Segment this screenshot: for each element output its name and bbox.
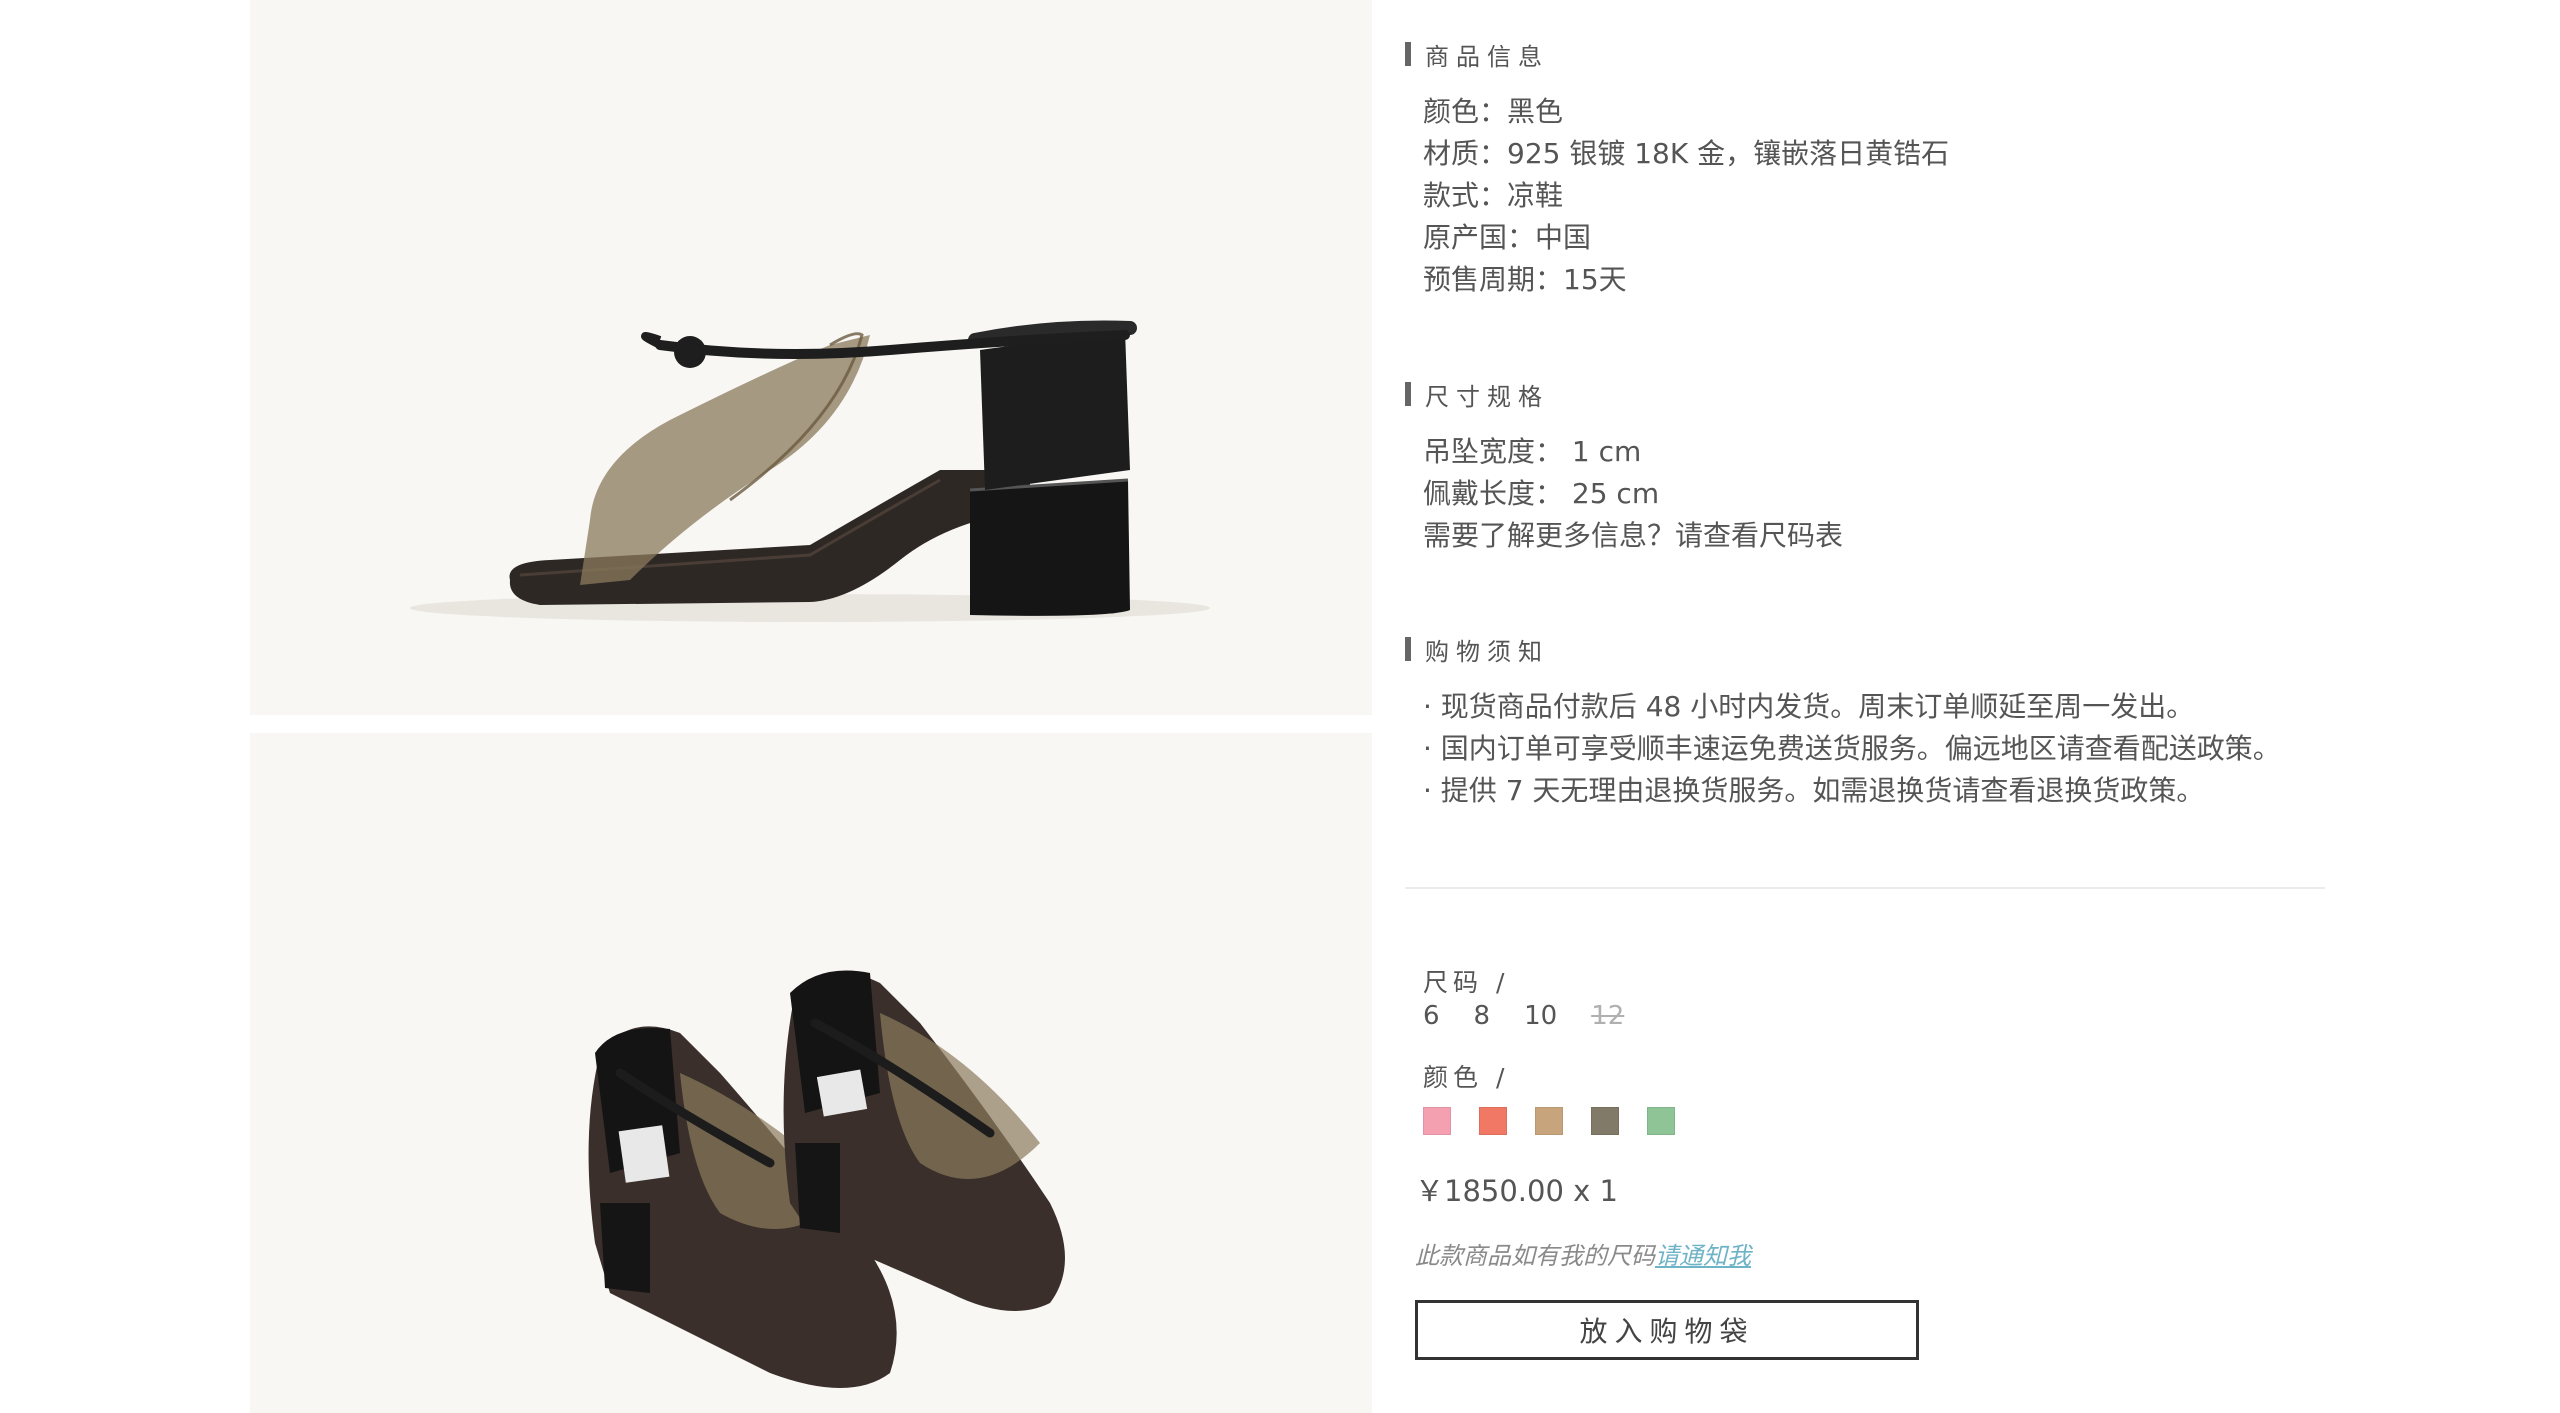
shopping-notes-title: 购物须知 — [1425, 637, 1549, 666]
price-quantity: ￥1850.00 x 1 — [1415, 1174, 1618, 1208]
shopping-notes-list: · 现货商品付款后 48 小时内发货。周末订单顺延至周一发出。 · 国内订单可享… — [1423, 686, 2281, 812]
return-note-line: · 提供 7 天无理由退换货服务。如需退换货请查看退换货政策。 — [1423, 774, 2205, 807]
color-swatch-tan[interactable] — [1535, 1107, 1563, 1135]
heading-bar — [1405, 42, 1411, 66]
size-spec-title: 尺寸规格 — [1425, 382, 1549, 411]
wear-length-line: 佩戴长度： 25 cm — [1423, 477, 1660, 510]
shopping-notes-heading: 购物须知 — [1405, 637, 1549, 666]
pendant-width-line: 吊坠宽度： 1 cm — [1423, 435, 1642, 468]
product-material-line: 材质：925 银镀 18K 金，镶嵌落日黄锆石 — [1423, 137, 1950, 170]
size-spec-heading: 尺寸规格 — [1405, 382, 1549, 411]
color-swatch-coral[interactable] — [1479, 1107, 1507, 1135]
color-swatch-olive[interactable] — [1591, 1107, 1619, 1135]
sandal-pair-illustration — [588, 970, 1065, 1388]
product-info-title: 商品信息 — [1425, 42, 1549, 71]
product-origin-line: 原产国：中国 — [1423, 221, 1592, 254]
restock-notice-text: 此款商品如有我的尺码 — [1415, 1242, 1655, 1270]
section-divider — [1405, 887, 2325, 889]
product-info-list: 颜色：黑色 材质：925 银镀 18K 金，镶嵌落日黄锆石 款式：凉鞋 原产国：… — [1423, 91, 1949, 301]
color-selector — [1423, 1107, 1703, 1135]
product-color-line: 颜色：黑色 — [1423, 95, 1564, 128]
add-to-bag-button[interactable]: 放入购物袋 — [1415, 1300, 1919, 1360]
color-swatch-pink[interactable] — [1423, 1107, 1451, 1135]
heading-bar — [1405, 637, 1411, 661]
product-info-heading: 商品信息 — [1405, 42, 1549, 71]
size-chart-link[interactable]: 需要了解更多信息？请查看尺码表 — [1423, 515, 1843, 557]
product-photo-side — [250, 0, 1372, 715]
size-option-6[interactable]: 6 — [1423, 1001, 1440, 1031]
restock-notice: 此款商品如有我的尺码请通知我 — [1415, 1236, 1751, 1271]
delivery-note-line: · 国内订单可享受顺丰速运免费送货服务。偏远地区请查看配送政策。 — [1423, 732, 2281, 765]
color-label: 颜色 / — [1423, 1063, 1510, 1092]
size-option-12-soldout: 12 — [1591, 1001, 1625, 1031]
size-selector: 6 8 10 12 — [1423, 1001, 1658, 1031]
color-swatch-green[interactable] — [1647, 1107, 1675, 1135]
product-style-line: 款式：凉鞋 — [1423, 179, 1564, 212]
size-spec-list: 吊坠宽度： 1 cm 佩戴长度： 25 cm 需要了解更多信息？请查看尺码表 — [1423, 431, 1843, 557]
product-photo-pair — [250, 733, 1372, 1413]
notify-me-link[interactable]: 请通知我 — [1655, 1242, 1751, 1270]
size-option-8[interactable]: 8 — [1474, 1001, 1491, 1031]
sandal-side-illustration — [410, 320, 1210, 622]
heading-bar — [1405, 382, 1411, 406]
product-presale-line: 预售周期：15天 — [1423, 263, 1627, 296]
shipping-note-line: · 现货商品付款后 48 小时内发货。周末订单顺延至周一发出。 — [1423, 690, 2195, 723]
size-label: 尺码 / — [1423, 968, 1510, 997]
size-option-10[interactable]: 10 — [1524, 1001, 1557, 1031]
